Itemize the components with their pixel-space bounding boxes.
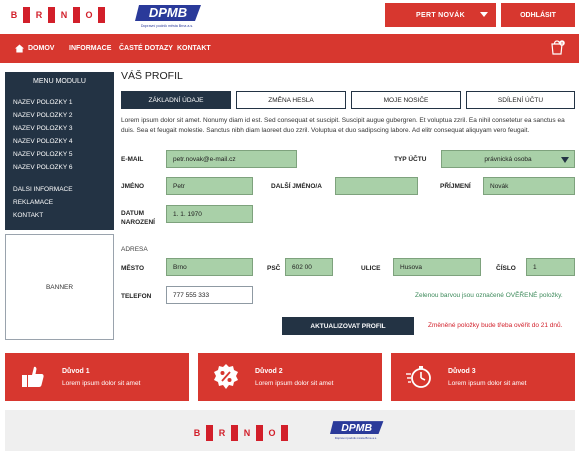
brno-letter: O [268, 428, 276, 438]
email-label: E-MAIL [121, 156, 144, 163]
banner[interactable]: BANNER [5, 234, 114, 340]
dob-label-line-1: DATUM [121, 210, 144, 217]
brno-logo[interactable]: B R N O [188, 425, 288, 441]
brno-letter: R [218, 428, 226, 438]
last-name-field[interactable]: Novák [483, 177, 575, 195]
city-field[interactable]: Brno [166, 258, 253, 276]
brno-bar [23, 7, 30, 23]
brno-bar [281, 425, 288, 441]
reason-text: Lorem ipsum dolor sit amet [62, 380, 141, 387]
reason-card-1[interactable]: Důvod 1 Lorem ipsum dolor sit amet [5, 353, 189, 401]
number-label: ČÍSLO [496, 265, 516, 272]
thumbs-up-icon [22, 366, 44, 387]
first-name-label: JMÉNO [121, 183, 145, 190]
home-icon [15, 44, 24, 53]
tab-sdileni-uctu[interactable]: SDÍLENÍ ÚČTU [466, 91, 575, 109]
brno-bar [48, 7, 55, 23]
sidebar-item[interactable]: NAZEV POLOZKY 4 [13, 138, 72, 145]
account-type-label: TYP ÚČTU [394, 156, 427, 163]
middle-name-field[interactable] [335, 177, 418, 195]
sidebar-item[interactable]: NAZEV POLOZKY 3 [13, 125, 72, 132]
footer: B R N O DPMB Dopravní podnik města Brna … [5, 410, 575, 451]
street-label: ULICE [361, 265, 381, 272]
percent-icon [214, 364, 238, 389]
sidebar-item-kontakt[interactable]: KONTAKT [13, 212, 43, 219]
module-menu-title: MENU MODULU [33, 78, 86, 85]
brno-logo[interactable]: B R N O [5, 7, 105, 23]
brno-letter: N [243, 428, 251, 438]
reason-card-3[interactable]: Důvod 3 Lorem ipsum dolor sit amet [391, 353, 575, 401]
change-hint: Změněné položky bude třeba ověřit do 21 … [428, 322, 563, 329]
chevron-down-icon [561, 157, 569, 163]
brno-bar [206, 425, 213, 441]
address-heading: ADRESA [121, 246, 148, 253]
brno-bar [73, 7, 80, 23]
nav-item-kontakt[interactable]: KONTAKT [177, 34, 211, 63]
module-menu: MENU MODULU NAZEV POLOZKY 1 NAZEV POLOZK… [5, 72, 114, 230]
brno-bar [98, 7, 105, 23]
sidebar-item[interactable]: NAZEV POLOZKY 2 [13, 112, 72, 119]
sidebar-item[interactable]: NAZEV POLOZKY 6 [13, 164, 72, 171]
logout-button[interactable]: ODHLÁSIT [501, 3, 575, 27]
reason-text: Lorem ipsum dolor sit amet [255, 380, 334, 387]
dpmb-logo-subtext: Dopravní podnik města Brna a.s. [335, 436, 378, 440]
city-label: MĚSTO [121, 265, 144, 272]
sidebar-item[interactable]: NAZEV POLOZKY 1 [13, 99, 72, 106]
dpmb-logo-text: DPMB [341, 422, 372, 434]
reason-text: Lorem ipsum dolor sit amet [448, 380, 527, 387]
brno-letter: O [85, 10, 93, 20]
last-name-label: PŘÍJMENÍ [440, 183, 471, 190]
brno-letter: B [193, 428, 201, 438]
nav-item-informace[interactable]: INFORMACE [69, 34, 111, 63]
nav-item-label: DOMOV [28, 45, 55, 52]
dob-field[interactable]: 1. 1. 1970 [166, 205, 253, 223]
brno-letter: B [10, 10, 18, 20]
dpmb-logo-text: DPMB [149, 5, 187, 20]
sidebar-item-dalsi-informace[interactable]: DALSI INFORMACE [13, 186, 73, 193]
reason-title: Důvod 3 [448, 368, 476, 375]
page-title: VÁŠ PROFIL [121, 70, 183, 82]
email-field[interactable]: petr.novak@e-mail.cz [166, 150, 297, 168]
zip-field[interactable]: 602 00 [285, 258, 333, 276]
reason-title: Důvod 1 [62, 368, 90, 375]
account-type-select[interactable]: právnická osoba [441, 150, 575, 168]
phone-label: TELEFON [121, 293, 152, 300]
tab-moje-nosice[interactable]: MOJE NOSIČE [351, 91, 461, 109]
number-field[interactable]: 1 [526, 258, 575, 276]
update-profile-button[interactable]: AKTUALIZOVAT PROFIL [282, 317, 414, 335]
nav-item-caste-dotazy[interactable]: ČASTÉ DOTAZY [119, 34, 173, 63]
street-field[interactable]: Husova [393, 258, 481, 276]
main-nav: DOMOV INFORMACE ČASTÉ DOTAZY KONTAKT 0 [0, 34, 579, 63]
brno-bar [256, 425, 263, 441]
zip-label: PSČ [267, 265, 281, 272]
header: B R N O DPMB Dopravní podnik města Brna … [0, 0, 579, 33]
phone-field[interactable]: 777 555 333 [166, 286, 253, 304]
sidebar-item-reklamace[interactable]: REKLAMACE [13, 199, 53, 206]
account-type-value: právnická osoba [484, 155, 532, 163]
user-menu-button[interactable]: PERT NOVÁK [385, 3, 496, 27]
dob-label-line-2: NAROZENÍ [121, 219, 155, 226]
brno-letter: N [60, 10, 68, 20]
verified-hint: Zelenou barvou jsou označené OVĚŘENÉ pol… [415, 292, 563, 299]
cart-icon[interactable]: 0 [549, 40, 565, 56]
brno-letter: R [35, 10, 43, 20]
tab-zmena-hesla[interactable]: ZMĚNA HESLA [236, 91, 346, 109]
dpmb-logo[interactable]: DPMB Dopravní podnik města Brna a.s. [330, 419, 385, 441]
dpmb-logo[interactable]: DPMB Dopravní podnik města Brna a.s. [135, 3, 203, 29]
nav-item-domov[interactable]: DOMOV [15, 34, 54, 63]
brno-bar [231, 425, 238, 441]
user-name: PERT NOVÁK [416, 11, 465, 19]
intro-text: Lorem ipsum dolor sit amet. Nonumy diam … [121, 117, 565, 134]
sidebar-item[interactable]: NAZEV POLOZKY 5 [13, 151, 72, 158]
middle-name-label: DALŠÍ JMÉNO/A [271, 183, 322, 190]
fast-clock-icon [406, 366, 431, 388]
dpmb-logo-subtext: Dopravní podnik města Brna a.s. [141, 24, 193, 28]
reason-title: Důvod 2 [255, 368, 283, 375]
tab-zakladni-udaje[interactable]: ZÁKLADNÍ ÚDAJE [121, 91, 231, 109]
first-name-field[interactable]: Petr [166, 177, 253, 195]
reason-card-2[interactable]: Důvod 2 Lorem ipsum dolor sit amet [198, 353, 382, 401]
chevron-down-icon [480, 12, 488, 17]
